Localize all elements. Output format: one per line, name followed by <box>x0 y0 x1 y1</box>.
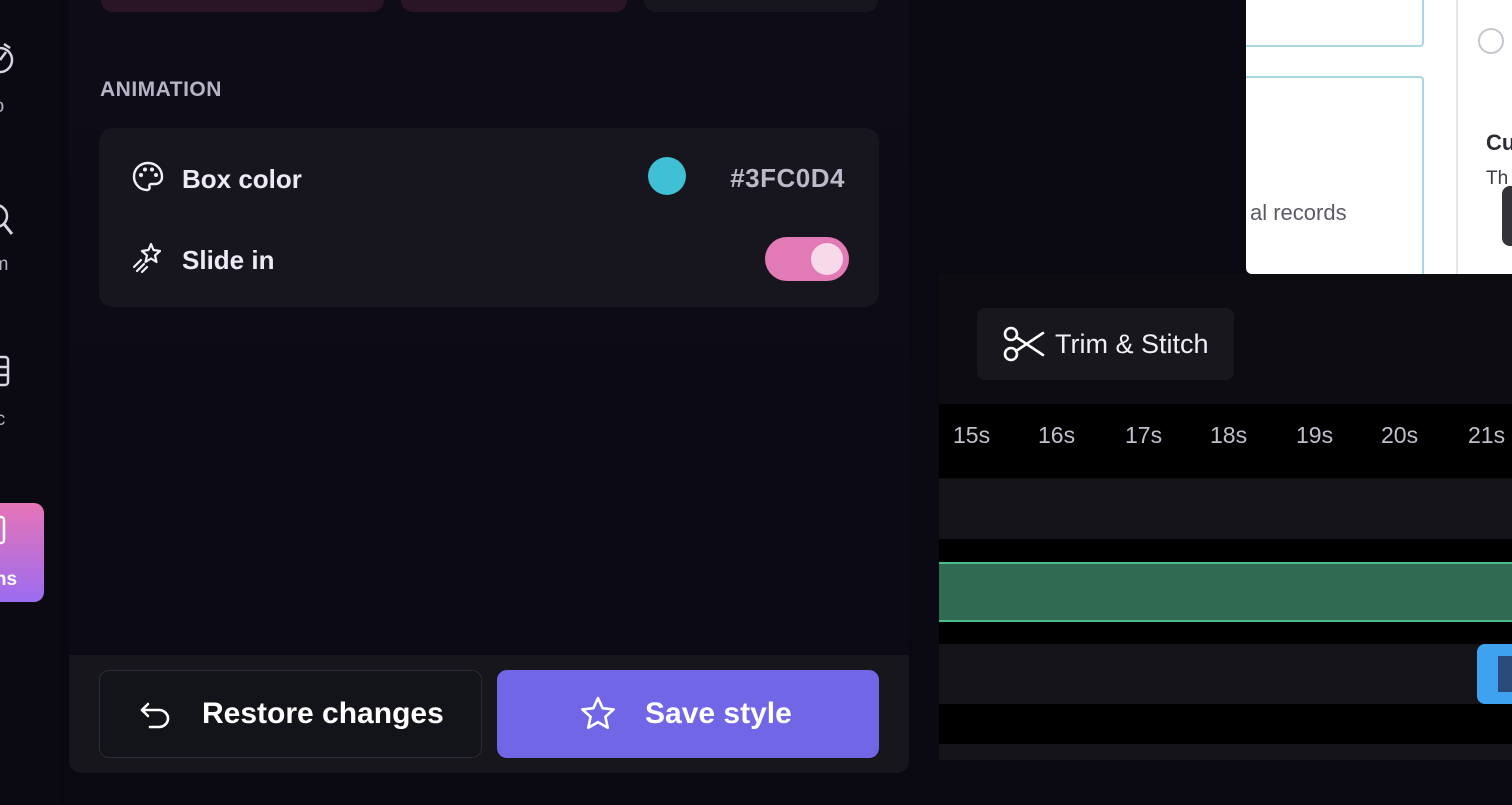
animation-card: Box color #3FC0D4 Slide in <box>99 128 879 307</box>
time-tick: 21s <box>1468 422 1506 448</box>
time-tick: 16s <box>1038 422 1076 448</box>
sparkle-icon <box>132 242 162 274</box>
panel-footer: Restore changes Save style <box>69 655 909 773</box>
scissors-icon <box>1003 326 1045 362</box>
style-option-chip[interactable] <box>644 0 878 12</box>
clip-handle[interactable] <box>1498 656 1512 692</box>
sidebar-item-label: sic <box>0 409 6 430</box>
sidebar-item-captions[interactable]: ions <box>0 503 44 602</box>
timeline-track[interactable] <box>939 744 1512 760</box>
timeline-track[interactable] <box>939 479 1512 539</box>
style-option-chip[interactable] <box>101 0 384 12</box>
style-panel: ANIMATION Box color #3FC0D4 Slide in Res… <box>69 0 909 773</box>
box-color-row[interactable]: Box color #3FC0D4 <box>99 148 879 208</box>
timeline-bottom <box>939 760 1512 805</box>
undo-icon <box>140 702 170 729</box>
style-option-chip[interactable] <box>401 0 627 12</box>
captions-icon <box>0 515 6 545</box>
slide-in-label: Slide in <box>182 245 275 275</box>
time-tick: 17s <box>1125 422 1163 448</box>
timer-icon <box>0 42 14 74</box>
sidebar-item-label: ions <box>0 569 18 590</box>
timeline-clip-green[interactable] <box>939 562 1512 622</box>
sidebar-item-label: tro <box>0 96 4 118</box>
preview-text: Cu <box>1486 130 1512 155</box>
time-tick: 18s <box>1210 422 1248 448</box>
trim-stitch-label: Trim & Stitch <box>1055 328 1209 359</box>
time-tick: 15s <box>953 422 991 448</box>
video-preview[interactable]: al records Cu Th <box>1246 0 1512 274</box>
box-color-label: Box color <box>182 164 302 194</box>
sidebar-item-music[interactable]: sic <box>0 345 50 430</box>
timeline: Trim & Stitch 15s 16s 17s 18s 19s 20s 21… <box>939 274 1512 805</box>
music-icon <box>0 355 10 387</box>
trim-stitch-button[interactable]: Trim & Stitch <box>977 308 1234 380</box>
timeline-track[interactable] <box>939 644 1512 704</box>
star-icon <box>581 696 615 729</box>
toggle-knob <box>811 243 843 275</box>
radio-icon <box>1478 28 1504 54</box>
track-gap <box>939 539 1512 562</box>
sidebar-item-label: om <box>0 254 9 275</box>
sidebar-item-zoom[interactable]: om <box>0 190 50 275</box>
track-gap <box>939 622 1512 644</box>
restore-changes-label: Restore changes <box>202 697 444 730</box>
icon-rail: tro om sic ions <box>0 0 60 805</box>
section-title: ANIMATION <box>100 78 222 101</box>
color-hex-value[interactable]: #3FC0D4 <box>730 163 845 194</box>
preview-text: al records <box>1250 200 1347 225</box>
time-ruler[interactable]: 15s 16s 17s 18s 19s 20s 21s <box>939 404 1512 478</box>
slide-in-row[interactable]: Slide in <box>99 229 879 289</box>
color-swatch[interactable] <box>648 157 686 195</box>
zoom-icon <box>0 204 14 235</box>
save-style-button[interactable]: Save style <box>497 670 879 758</box>
preview-overlay <box>1502 186 1512 246</box>
time-tick: 20s <box>1381 422 1419 448</box>
restore-changes-button[interactable]: Restore changes <box>99 670 482 758</box>
track-gap <box>939 704 1512 744</box>
save-style-label: Save style <box>645 697 792 730</box>
time-tick: 19s <box>1296 422 1334 448</box>
palette-icon <box>132 161 164 192</box>
preview-box <box>1246 0 1424 47</box>
slide-in-toggle[interactable] <box>765 237 849 281</box>
sidebar-item-intro[interactable]: tro <box>0 30 50 117</box>
preview-box <box>1246 76 1424 274</box>
